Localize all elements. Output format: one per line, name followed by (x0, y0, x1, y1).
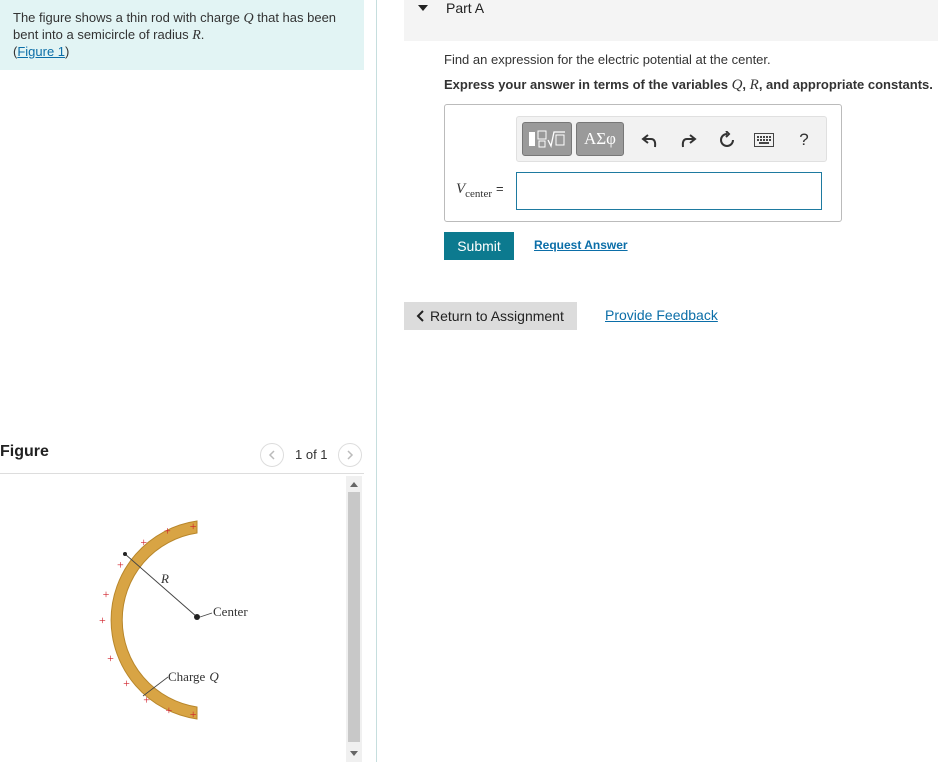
collapse-caret-icon[interactable] (418, 5, 428, 11)
rod-end-dot (123, 552, 127, 556)
plus-sign: + (117, 558, 124, 572)
problem-panel: The figure shows a thin rod with charge … (0, 0, 376, 762)
charge-word: Charge (168, 669, 206, 684)
scrollbar-thumb[interactable] (348, 492, 360, 742)
figure-counter: 1 of 1 (295, 447, 328, 462)
equals-sign: = (496, 181, 504, 196)
plus-sign: + (99, 613, 106, 627)
charge-label: Charge Q (168, 669, 219, 684)
chevron-left-icon (268, 450, 275, 460)
column-divider (376, 0, 377, 762)
instruction-part-1: Express your answer in terms of the vari… (444, 77, 732, 92)
charge-var: Q (209, 669, 219, 684)
figure-link-close: ) (65, 44, 70, 59)
center-label: Center (213, 604, 248, 619)
provide-feedback-link[interactable]: Provide Feedback (605, 307, 718, 323)
figure-scrollbar[interactable] (346, 476, 362, 762)
figure-image: R Center Charge Q + + + + + + + + + + + (0, 476, 345, 762)
plus-sign: + (190, 707, 197, 721)
problem-text-3: . (200, 27, 205, 42)
instruction-sep: , (742, 77, 750, 92)
radius-label: R (160, 571, 169, 586)
help-button[interactable]: ? (793, 129, 815, 151)
plus-sign: + (190, 519, 197, 533)
plus-sign: + (143, 693, 150, 707)
page: The figure shows a thin rod with charge … (0, 0, 938, 762)
redo-icon (681, 134, 697, 148)
center-leader-line (199, 612, 213, 618)
answer-input[interactable] (516, 172, 822, 210)
part-header[interactable]: Part A (404, 0, 938, 41)
scroll-up-arrow-icon[interactable] (350, 482, 358, 487)
plus-sign: + (166, 703, 173, 717)
center-dot (194, 614, 200, 620)
answer-var-main: V (456, 181, 466, 197)
reset-icon (720, 131, 734, 147)
scroll-down-arrow-icon[interactable] (350, 751, 358, 756)
redo-button[interactable] (677, 129, 699, 151)
return-label: Return to Assignment (430, 308, 564, 324)
math-toolbar: ΑΣφ ? (516, 116, 827, 162)
problem-statement: The figure shows a thin rod with charge … (0, 0, 364, 70)
answer-var-sub: center (465, 188, 493, 200)
keyboard-icon (754, 133, 774, 147)
request-answer-link[interactable]: Request Answer (534, 238, 628, 252)
chevron-left-icon (416, 310, 425, 322)
radius-variable: R (192, 28, 201, 43)
symbols-button[interactable]: ΑΣφ (576, 122, 624, 156)
previous-figure-button[interactable] (260, 443, 284, 467)
templates-button[interactable] (522, 122, 572, 156)
submit-button[interactable]: Submit (444, 232, 514, 260)
answer-variable-label: Vcenter = (456, 181, 504, 200)
semicircle-rod-diagram: R Center Charge Q + + + + + + + + + + + (99, 519, 248, 721)
chevron-right-icon (347, 450, 354, 460)
plus-sign: + (103, 587, 110, 601)
return-to-assignment-button[interactable]: Return to Assignment (404, 302, 577, 330)
figure-header: Figure 1 of 1 (0, 440, 364, 474)
undo-icon (641, 134, 657, 148)
figure-link[interactable]: Figure 1 (17, 44, 65, 59)
question-text: Find an expression for the electric pote… (444, 52, 771, 67)
plus-sign: + (107, 651, 114, 665)
reset-button[interactable] (716, 129, 738, 151)
problem-text-1: The figure shows a thin rod with charge (13, 10, 244, 25)
answer-editor: ΑΣφ ? Vcenter = (444, 104, 842, 222)
part-title: Part A (446, 0, 485, 16)
instruction-text: Express your answer in terms of the vari… (444, 77, 933, 94)
instruction-r: R (749, 77, 759, 93)
instruction-part-2: , and appropriate constants. (758, 77, 933, 92)
charge-variable: Q (243, 11, 254, 26)
keyboard-button[interactable] (753, 129, 775, 151)
plus-sign: + (123, 676, 130, 690)
plus-sign: + (164, 524, 171, 538)
templates-icon (529, 130, 565, 148)
undo-button[interactable] (639, 129, 661, 151)
instruction-q: Q (731, 77, 743, 93)
next-figure-button[interactable] (338, 443, 362, 467)
figure-title: Figure (0, 443, 49, 460)
plus-sign: + (140, 535, 147, 549)
